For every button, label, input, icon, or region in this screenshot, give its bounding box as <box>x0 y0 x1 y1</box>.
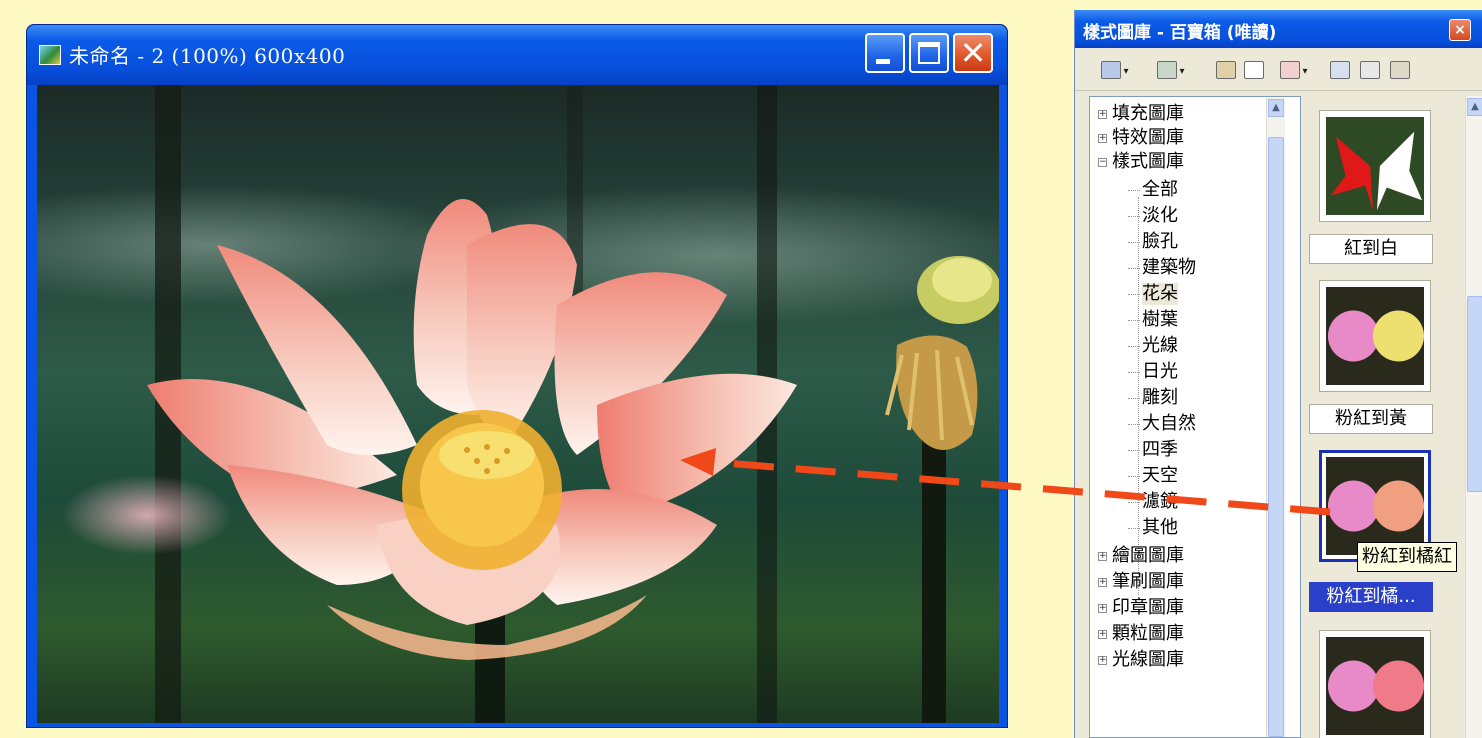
style-label[interactable]: 紅到白 <box>1309 234 1433 264</box>
tree-item-faces[interactable]: 臉孔 <box>1128 231 1178 253</box>
tree-item-style-gallery[interactable]: − 樣式圖庫 <box>1098 151 1184 173</box>
tree-item-label: 填充圖庫 <box>1112 103 1184 124</box>
red-white-flower-preview <box>1326 117 1424 215</box>
tree-item-label: 樣式圖庫 <box>1112 151 1184 172</box>
close-button[interactable]: ✕ <box>953 33 993 73</box>
tree-item-sky[interactable]: 天空 <box>1128 465 1178 487</box>
tree-item-label: 特效圖庫 <box>1112 127 1184 148</box>
close-icon: × <box>1454 22 1466 38</box>
style-label-selected[interactable]: 粉紅到橘... <box>1309 582 1433 612</box>
plus-icon[interactable]: + <box>1098 551 1107 561</box>
maximize-button[interactable] <box>909 33 949 73</box>
tree-item-all[interactable]: 全部 <box>1128 179 1178 201</box>
plus-icon[interactable]: + <box>1098 133 1107 143</box>
misc-icon <box>1390 60 1410 79</box>
style-thumbnail-red-to-white[interactable] <box>1319 110 1431 222</box>
tree-view-icon <box>1244 60 1264 79</box>
style-gallery-panel[interactable]: 樣式圖庫 - 百寶箱 (唯讀) × ▾ ▾ ▾ + 填充圖庫 + 特效圖庫 − … <box>1074 10 1482 738</box>
minus-icon[interactable]: − <box>1098 157 1107 167</box>
style-label[interactable]: 粉紅到黃 <box>1309 404 1433 434</box>
thumbnail-grid-icon <box>1330 60 1350 79</box>
tree-item-lighting-gallery[interactable]: + 光線圖庫 <box>1098 649 1184 671</box>
tree-scrollbar[interactable]: ▲ <box>1266 97 1285 737</box>
tool-dropdown[interactable]: ▾ <box>1271 56 1317 82</box>
tree-item-label: 繪圖圖庫 <box>1112 545 1184 566</box>
tree-item-label: 顆粒圖庫 <box>1112 623 1184 644</box>
tree-item-fill-gallery[interactable]: + 填充圖庫 <box>1098 103 1184 125</box>
thumbnail-scrollbar[interactable]: ▲ <box>1465 96 1482 738</box>
tree-item-grain-gallery[interactable]: + 顆粒圖庫 <box>1098 623 1184 645</box>
details-icon <box>1360 60 1380 79</box>
pink-yellow-flower-preview <box>1326 287 1424 385</box>
tree-item-leaves[interactable]: 樹葉 <box>1128 309 1178 331</box>
thumbnail-scroll-thumb[interactable] <box>1467 296 1482 492</box>
plus-icon[interactable]: + <box>1098 109 1107 119</box>
tree-item-light[interactable]: 光線 <box>1128 335 1178 357</box>
tree-item-fade[interactable]: 淡化 <box>1128 205 1178 227</box>
gallery-manager-button[interactable] <box>1213 56 1239 82</box>
open-gallery-dropdown[interactable]: ▾ <box>1145 56 1197 82</box>
details-button[interactable] <box>1357 56 1383 82</box>
tree-item-effects-gallery[interactable]: + 特效圖庫 <box>1098 127 1184 149</box>
open-gallery-icon <box>1157 60 1178 79</box>
style-thumbnail-pink-variant[interactable] <box>1319 630 1431 738</box>
chevron-down-icon: ▾ <box>1179 66 1185 77</box>
scroll-up-icon[interactable]: ▲ <box>1268 99 1284 117</box>
tree-item-stamp-gallery[interactable]: + 印章圖庫 <box>1098 597 1184 619</box>
image-document-window[interactable]: 未命名 - 2 (100%) 600x400 ✕ <box>26 24 1008 728</box>
tool-icon <box>1280 60 1301 79</box>
tree-item-carving[interactable]: 雕刻 <box>1128 387 1178 409</box>
tree-item-label: 筆刷圖庫 <box>1112 571 1184 592</box>
style-thumbnail-list[interactable]: 紅到白 粉紅到黃 粉紅到橘... ▲ <box>1305 96 1482 738</box>
minimize-icon <box>876 59 890 64</box>
lotus-photo <box>62 85 999 723</box>
thumbnail-grid-button[interactable] <box>1327 56 1353 82</box>
plus-icon[interactable]: + <box>1098 655 1107 665</box>
image-canvas[interactable] <box>37 85 999 723</box>
scroll-up-icon[interactable]: ▲ <box>1467 98 1482 116</box>
tree-item-brush-gallery[interactable]: + 筆刷圖庫 <box>1098 571 1184 593</box>
tree-item-filters[interactable]: 濾鏡 <box>1128 491 1178 513</box>
gallery-title: 樣式圖庫 - 百寶箱 (唯讀) <box>1083 23 1277 43</box>
image-document-icon <box>39 45 61 65</box>
tree-item-seasons[interactable]: 四季 <box>1128 439 1178 461</box>
tree-view-button[interactable] <box>1241 56 1267 82</box>
plus-icon[interactable]: + <box>1098 603 1107 613</box>
tree-item-nature[interactable]: 大自然 <box>1128 413 1196 435</box>
pink-orange-flower-preview <box>1326 457 1424 555</box>
tree-item-sunlight[interactable]: 日光 <box>1128 361 1178 383</box>
tree-scroll-thumb[interactable] <box>1268 137 1284 737</box>
image-window-title: 未命名 - 2 (100%) 600x400 <box>69 44 346 68</box>
tree-item-flowers[interactable]: 花朵 <box>1128 283 1178 305</box>
tree-connector-line <box>1138 197 1139 595</box>
misc-button[interactable] <box>1387 56 1413 82</box>
gallery-titlebar[interactable]: 樣式圖庫 - 百寶箱 (唯讀) × <box>1075 10 1482 48</box>
gallery-view-dropdown[interactable]: ▾ <box>1089 56 1141 82</box>
tree-item-label: 印章圖庫 <box>1112 597 1184 618</box>
style-thumbnail-pink-to-yellow[interactable] <box>1319 280 1431 392</box>
gallery-toolbar: ▾ ▾ ▾ <box>1075 48 1482 91</box>
maximize-icon <box>918 42 940 64</box>
chevron-down-icon: ▾ <box>1123 66 1129 77</box>
tree-item-drawing-gallery[interactable]: + 繪圖圖庫 <box>1098 545 1184 567</box>
gallery-view-icon <box>1101 60 1122 79</box>
chevron-down-icon: ▾ <box>1302 66 1308 77</box>
category-tree[interactable]: + 填充圖庫 + 特效圖庫 − 樣式圖庫 全部 淡化 臉孔 建築物 花朵 樹葉 光線 … <box>1089 96 1301 738</box>
pink-flower-preview <box>1326 637 1424 735</box>
close-icon: ✕ <box>959 34 987 72</box>
plus-icon[interactable]: + <box>1098 577 1107 587</box>
gallery-manager-icon <box>1216 60 1236 79</box>
tree-item-label: 光線圖庫 <box>1112 649 1184 670</box>
plus-icon[interactable]: + <box>1098 629 1107 639</box>
minimize-button[interactable] <box>865 33 905 73</box>
tree-item-other[interactable]: 其他 <box>1128 517 1178 539</box>
tree-item-buildings[interactable]: 建築物 <box>1128 257 1196 279</box>
image-window-titlebar[interactable]: 未命名 - 2 (100%) 600x400 ✕ <box>27 25 1007 85</box>
gallery-close-button[interactable]: × <box>1449 19 1471 41</box>
style-tooltip: 粉紅到橘紅 <box>1357 542 1457 572</box>
